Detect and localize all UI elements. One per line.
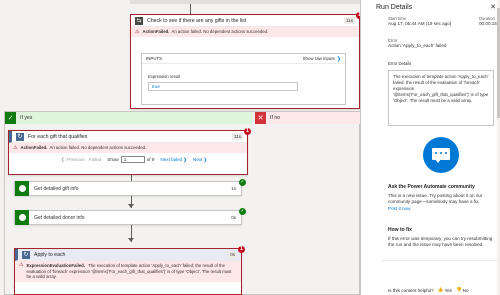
expression-result-value: true bbox=[148, 82, 298, 91]
apply-to-each-card[interactable]: ↻ Apply to each 0s ⚠ ExpressionEvaluatio… bbox=[14, 248, 242, 295]
branch-no[interactable]: ✕ If no bbox=[255, 112, 360, 124]
page-of-label: of 9 bbox=[146, 157, 155, 162]
branch-yes-label: If yes bbox=[20, 115, 33, 121]
thumbs-up-icon[interactable]: 👍 bbox=[438, 287, 444, 293]
duration-badge: 11s bbox=[232, 133, 243, 140]
expression-result-label: Expression result bbox=[148, 74, 181, 79]
error-banner: ⚠ ActionFailed. An action failed. No dep… bbox=[9, 143, 247, 153]
x-icon: ✕ bbox=[255, 112, 266, 124]
inputs-label: INPUTS bbox=[146, 56, 163, 61]
inputs-section: INPUTS Show raw inputs ❯ Expression resu… bbox=[141, 53, 346, 105]
condition-title: Check to see if there are any gifts in t… bbox=[147, 17, 247, 24]
start-time-value: Aug 17, 05:44 AM (19 sec ago) bbox=[388, 21, 452, 26]
duration-badge: 1s bbox=[231, 186, 236, 191]
flow-canvas: ⇆ Check to see if there are any gifts in… bbox=[0, 0, 360, 295]
show-raw-inputs-link[interactable]: Show raw inputs bbox=[303, 56, 335, 61]
close-icon[interactable]: ✕ bbox=[490, 3, 496, 11]
success-check-icon: ✓ bbox=[239, 208, 246, 215]
pagination: ❮ Previous Failed Show 1 of 9 Next faile… bbox=[9, 153, 247, 163]
foreach-card[interactable]: ↻ For each gift that qualifies 11s ⚠ Act… bbox=[8, 130, 248, 175]
loop-icon: ↻ bbox=[22, 250, 30, 259]
helpful-yes[interactable]: Yes bbox=[444, 288, 452, 293]
connector-line bbox=[190, 4, 191, 14]
previous-button[interactable]: Previous bbox=[67, 157, 85, 162]
helpful-no[interactable]: No bbox=[463, 288, 469, 293]
helpful-prompt: Is this content helpful? bbox=[388, 287, 434, 293]
action-card-donor[interactable]: Get detailed donor info 0s bbox=[14, 210, 242, 225]
error-value: Action 'Apply_to_each' failed bbox=[388, 43, 447, 48]
apply-title: Apply to each bbox=[34, 251, 66, 258]
warning-icon: ⚠ bbox=[19, 262, 24, 268]
foreach-title: For each gift that qualifies bbox=[28, 133, 88, 140]
how-to-fix-heading: How to fix bbox=[388, 227, 412, 233]
panel-title: Run Details bbox=[376, 4, 413, 11]
chevron-right-icon: ❯ bbox=[183, 156, 187, 162]
success-check-icon: ✓ bbox=[239, 179, 246, 186]
action-card-gift[interactable]: Get detailed gift info 1s bbox=[14, 181, 242, 196]
warning-icon: ⚠ bbox=[13, 145, 18, 151]
next-button[interactable]: Next bbox=[193, 157, 202, 162]
error-banner: ⚠ ExpressionEvaluationFailed. The execut… bbox=[15, 261, 241, 282]
warning-icon: ⚠ bbox=[135, 29, 140, 35]
how-to-fix-text: If this error was temporary, you can try… bbox=[388, 236, 493, 247]
error-banner: ⚠ ActionFailed. An action failed. No dep… bbox=[131, 27, 359, 37]
chevron-left-icon: ❮ bbox=[61, 156, 65, 162]
community-text: This is a new issue. Try posting about i… bbox=[388, 193, 483, 204]
checkmark-icon: ✓ bbox=[5, 112, 16, 124]
arrow-down-icon bbox=[128, 204, 134, 208]
error-details-box: The execution of template action 'Apply_… bbox=[388, 70, 494, 126]
condition-card[interactable]: ⇆ Check to see if there are any gifts in… bbox=[130, 14, 360, 109]
run-details-panel: Run Details ✕ Start time Aug 17, 05:44 A… bbox=[360, 0, 500, 295]
error-details-label: Error Details bbox=[388, 61, 412, 66]
dataverse-icon bbox=[15, 210, 29, 225]
dataverse-icon bbox=[15, 181, 29, 196]
arrow-down-icon bbox=[128, 238, 134, 242]
duration-badge: 11s bbox=[344, 17, 355, 24]
error-count-badge: 1 bbox=[244, 128, 251, 135]
community-chat-icon bbox=[423, 137, 459, 173]
next-failed-button[interactable]: Next failed bbox=[160, 157, 182, 162]
duration-value: 00:00:15 bbox=[479, 21, 497, 26]
previous-failed-button[interactable]: Failed bbox=[89, 157, 102, 162]
duration-badge: 0s bbox=[231, 215, 236, 220]
page-input[interactable]: 1 bbox=[120, 156, 145, 163]
duration-badge: 0s bbox=[228, 251, 237, 258]
chevron-right-icon: ❯ bbox=[203, 156, 208, 162]
previous-card-tail bbox=[130, 0, 360, 4]
branch-yes[interactable]: ✓ If yes bbox=[5, 112, 253, 124]
branch-no-label: If no bbox=[270, 115, 281, 121]
community-heading: Ask the Power Automate community bbox=[388, 184, 475, 190]
action-title: Get detailed gift info bbox=[34, 185, 79, 192]
loop-icon: ↻ bbox=[16, 132, 24, 141]
error-count-badge: 1 bbox=[238, 246, 245, 253]
chevron-right-icon: ❯ bbox=[336, 55, 341, 62]
action-title: Get detailed donor info bbox=[34, 214, 85, 221]
thumbs-down-icon[interactable]: 👎 bbox=[456, 287, 462, 293]
show-label: Show bbox=[107, 157, 119, 162]
post-now-link[interactable]: Post it now bbox=[388, 206, 496, 211]
condition-icon: ⇆ bbox=[135, 16, 143, 25]
